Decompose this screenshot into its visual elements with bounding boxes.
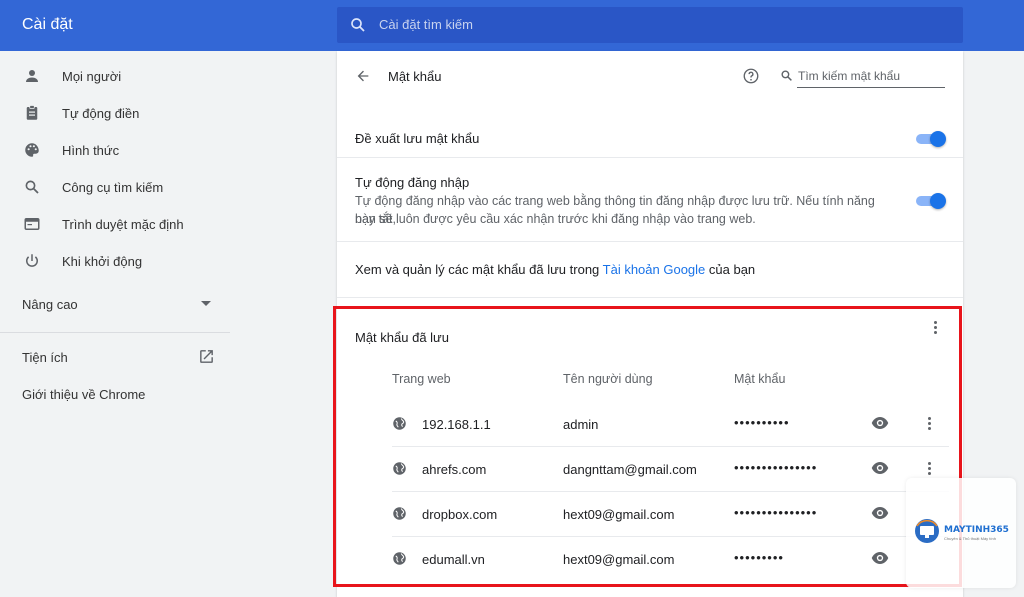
monitor-logo-icon <box>915 519 939 543</box>
watermark-subtitle: Chuyên & Thủ thuật Máy tính <box>944 536 996 541</box>
sidebar-advanced[interactable]: Nâng cao <box>22 297 78 312</box>
sidebar-item-search-engine[interactable]: Công cụ tìm kiếm <box>0 169 230 206</box>
help-icon[interactable] <box>742 67 760 85</box>
search-placeholder: Cài đặt tìm kiếm <box>379 17 473 32</box>
sidebar-item-label: Mọi người <box>62 69 122 84</box>
auto-signin-toggle[interactable] <box>916 193 946 209</box>
search-icon <box>351 18 365 32</box>
highlight-box <box>333 306 962 587</box>
password-search-input[interactable]: Tìm kiếm mật khẩu <box>797 67 945 88</box>
sidebar-item-about[interactable]: Giới thiệu về Chrome <box>22 387 145 402</box>
sidebar: Mọi người Tự động điền Hình thức Công cụ… <box>0 51 230 597</box>
watermark-brand: MAYTINH365 <box>944 525 1009 535</box>
sidebar-item-label: Công cụ tìm kiếm <box>62 180 164 195</box>
sidebar-item-on-startup[interactable]: Khi khởi động <box>0 243 230 280</box>
search-icon <box>781 70 792 81</box>
separator <box>337 241 963 242</box>
back-arrow-icon[interactable] <box>355 68 371 84</box>
sidebar-divider <box>0 332 230 333</box>
app-title: Cài đặt <box>22 16 73 33</box>
manage-suffix: của bạn <box>705 262 756 277</box>
sidebar-item-autofill[interactable]: Tự động điền <box>0 95 230 132</box>
browser-icon <box>24 218 40 230</box>
sidebar-item-label: Hình thức <box>62 143 120 158</box>
sidebar-item-label: Tự động điền <box>62 106 140 121</box>
google-account-link[interactable]: Tài khoản Google <box>603 262 706 277</box>
offer-save-label: Đề xuất lưu mật khẩu <box>355 131 480 146</box>
palette-icon <box>25 143 39 157</box>
separator <box>337 297 963 298</box>
person-icon <box>26 70 38 82</box>
sidebar-item-people[interactable]: Mọi người <box>0 58 230 95</box>
separator <box>337 157 963 158</box>
settings-search-input[interactable]: Cài đặt tìm kiếm <box>337 7 963 43</box>
manage-prefix: Xem và quản lý các mật khẩu đã lưu trong <box>355 262 603 277</box>
offer-save-toggle[interactable] <box>916 131 946 147</box>
external-link-icon[interactable] <box>198 348 215 365</box>
sidebar-item-appearance[interactable]: Hình thức <box>0 132 230 169</box>
power-icon <box>26 254 38 267</box>
page-title: Mật khẩu <box>388 69 442 84</box>
clipboard-icon <box>26 105 38 120</box>
search-icon <box>25 180 39 194</box>
auto-signin-label: Tự động đăng nhập <box>355 175 470 190</box>
sidebar-item-default-browser[interactable]: Trình duyệt mặc định <box>0 206 230 243</box>
sidebar-item-extensions[interactable]: Tiện ích <box>22 350 68 365</box>
manage-passwords-text: Xem và quản lý các mật khẩu đã lưu trong… <box>355 262 755 277</box>
chevron-down-icon[interactable] <box>201 301 211 306</box>
sidebar-item-label: Khi khởi động <box>62 254 143 269</box>
auto-signin-desc-line2: bạn sẽ luôn được yêu cầu xác nhận trước … <box>355 212 756 226</box>
sidebar-item-label: Trình duyệt mặc định <box>62 217 184 232</box>
top-bar: Cài đặt Cài đặt tìm kiếm <box>0 0 1024 51</box>
watermark-logo: MAYTINH365 Chuyên & Thủ thuật Máy tính <box>906 478 1016 588</box>
password-search-placeholder: Tìm kiếm mật khẩu <box>798 69 901 83</box>
